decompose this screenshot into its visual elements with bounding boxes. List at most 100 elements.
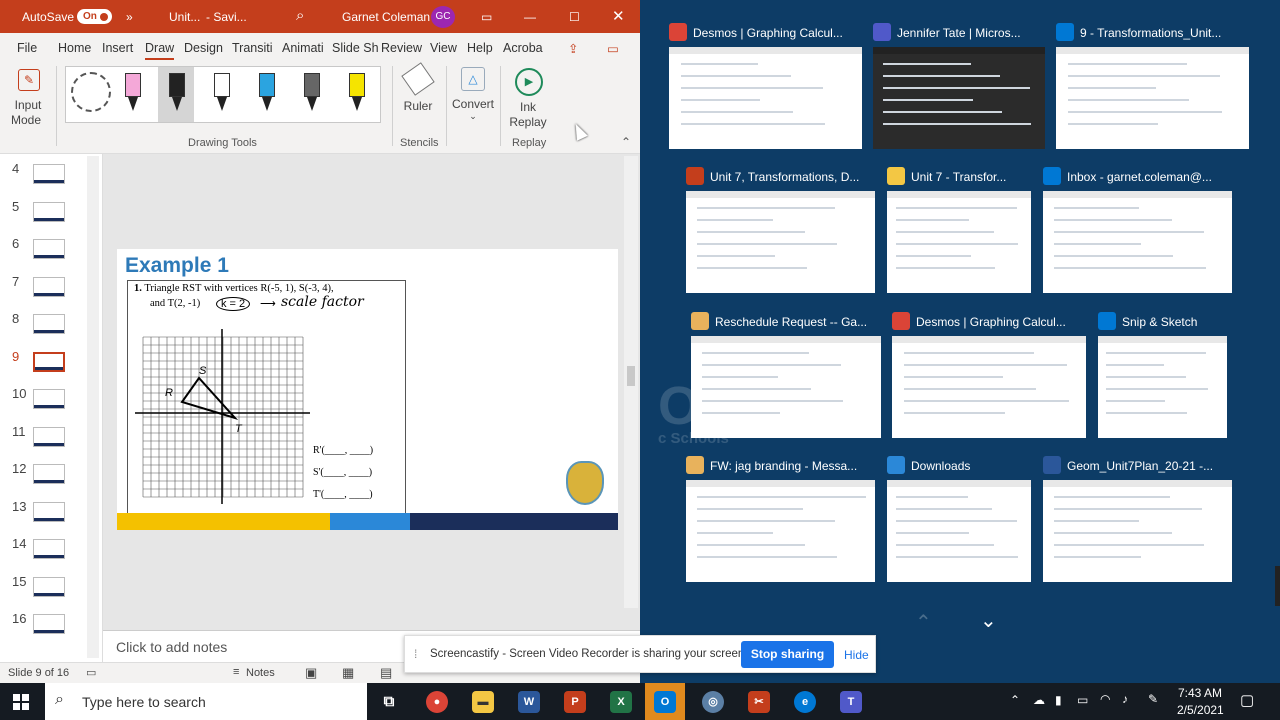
comments-icon[interactable]: ▭: [607, 41, 619, 56]
slide-thumbnail[interactable]: [33, 426, 65, 447]
slide-thumbnail[interactable]: [33, 389, 65, 409]
slide-thumbnail[interactable]: [33, 501, 65, 522]
doc-name[interactable]: Unit...: [169, 10, 200, 24]
slide-thumbnail[interactable]: [33, 276, 65, 297]
accessibility-icon[interactable]: ▭: [86, 666, 96, 679]
ruler-button[interactable]: Ruler: [400, 99, 436, 113]
slide-thumbnail[interactable]: [33, 539, 65, 559]
more-icon[interactable]: »: [126, 10, 133, 24]
clock-date[interactable]: 2/5/2021: [1177, 703, 1224, 717]
avatar[interactable]: GC: [431, 6, 455, 28]
pen-icon[interactable]: ✎: [1148, 692, 1158, 706]
tab-animations[interactable]: Animati: [282, 41, 324, 55]
user-name[interactable]: Garnet Coleman: [342, 10, 430, 24]
powerpoint-icon[interactable]: P: [564, 691, 586, 713]
tab-home[interactable]: Home: [58, 41, 91, 55]
task-window-title[interactable]: Unit 7, Transformations, D...: [710, 170, 859, 184]
task-window-thumbnail[interactable]: [887, 480, 1031, 582]
tab-transitions[interactable]: Transiti: [232, 41, 273, 55]
input-mode-icon[interactable]: ✎: [18, 69, 40, 91]
clock-time[interactable]: 7:43 AM: [1178, 686, 1222, 700]
microphone-icon[interactable]: ▮: [1055, 693, 1062, 707]
task-view-icon[interactable]: ⧉: [378, 691, 400, 713]
task-window-title[interactable]: Desmos | Graphing Calcul...: [916, 315, 1066, 329]
slide-canvas[interactable]: Example 1 1. Triangle RST with vertices …: [117, 249, 618, 530]
task-window-thumbnail[interactable]: [1043, 480, 1232, 582]
cloud-icon[interactable]: ☁: [1033, 693, 1045, 707]
task-window-title[interactable]: Desmos | Graphing Calcul...: [693, 26, 843, 40]
snip-sketch-icon[interactable]: ✂: [748, 691, 770, 713]
task-window-title[interactable]: Snip & Sketch: [1122, 315, 1197, 329]
normal-view-icon[interactable]: ▣: [305, 665, 317, 681]
tab-help[interactable]: Help: [467, 41, 493, 55]
thumb-scrollbar[interactable]: [87, 156, 99, 658]
task-window-title[interactable]: Inbox - garnet.coleman@...: [1067, 170, 1212, 184]
scroll-up-icon[interactable]: ⌃: [915, 610, 932, 635]
slide-sorter-icon[interactable]: ▦: [342, 665, 354, 681]
task-window-title[interactable]: 9 - Transformations_Unit...: [1080, 26, 1221, 40]
input-mode-label2[interactable]: Mode: [6, 113, 46, 127]
task-window-thumbnail[interactable]: [669, 47, 862, 149]
ribbon-display-icon[interactable]: ▭: [481, 10, 492, 24]
task-window-title[interactable]: Geom_Unit7Plan_20-21 -...: [1067, 459, 1213, 473]
ruler-icon[interactable]: [401, 62, 435, 96]
tab-file[interactable]: File: [17, 41, 37, 55]
maximize-icon[interactable]: ☐: [569, 10, 580, 24]
tab-acrobat[interactable]: Acroba: [503, 41, 543, 55]
ink-replay-label[interactable]: Ink: [510, 100, 546, 114]
task-window-title[interactable]: Downloads: [911, 459, 970, 473]
convert-button[interactable]: Convert: [450, 97, 496, 111]
task-window-thumbnail[interactable]: [1043, 191, 1232, 293]
reading-view-icon[interactable]: ▤: [380, 665, 392, 681]
pen-black[interactable]: [169, 73, 185, 113]
wifi-icon[interactable]: ◠: [1100, 692, 1110, 706]
app-icon[interactable]: ◎: [702, 691, 724, 713]
task-window-thumbnail[interactable]: [892, 336, 1086, 438]
slide-thumbnail[interactable]: [33, 239, 65, 259]
tab-insert[interactable]: Insert: [102, 41, 133, 55]
slide-thumbnail[interactable]: [33, 576, 65, 597]
ink-replay-icon[interactable]: ▶: [515, 68, 543, 96]
task-window-title[interactable]: FW: jag branding - Messa...: [710, 459, 857, 473]
chrome-icon[interactable]: ●: [426, 691, 448, 713]
slide-thumbnail[interactable]: [33, 464, 65, 484]
tray-chevron-icon[interactable]: ⌃: [1010, 693, 1020, 707]
tab-review[interactable]: Review: [381, 41, 422, 55]
lasso-select-icon[interactable]: [71, 72, 111, 112]
notifications-icon[interactable]: ▢: [1240, 691, 1254, 709]
task-window-thumbnail[interactable]: [873, 47, 1045, 149]
task-window-thumbnail[interactable]: [1098, 336, 1227, 438]
task-window-thumbnail[interactable]: [1056, 47, 1249, 149]
pen-pink[interactable]: [125, 73, 141, 113]
slide-thumbnail[interactable]: [33, 164, 65, 184]
taskbar-search[interactable]: ⌕ Type here to search: [45, 683, 367, 720]
tab-design[interactable]: Design: [184, 41, 223, 55]
convert-icon[interactable]: △: [461, 67, 485, 91]
ink-replay-label2[interactable]: Replay: [508, 115, 548, 129]
task-window-thumbnail[interactable]: [887, 191, 1031, 293]
pen-yellow[interactable]: [349, 73, 365, 113]
tab-draw[interactable]: Draw: [145, 41, 175, 60]
volume-icon[interactable]: ♪: [1122, 692, 1128, 706]
minimize-icon[interactable]: —: [524, 10, 536, 24]
task-window-thumbnail[interactable]: [691, 336, 881, 438]
task-window-thumbnail[interactable]: [686, 191, 875, 293]
edge-icon[interactable]: e: [794, 691, 816, 713]
pen-white[interactable]: [214, 73, 230, 113]
slide-thumbnail[interactable]: [33, 314, 65, 334]
search-icon[interactable]: ⌕: [296, 7, 304, 24]
pen-gray[interactable]: [304, 73, 320, 113]
notes-toggle-icon[interactable]: ≡: [233, 666, 239, 678]
task-window-thumbnail[interactable]: [686, 480, 875, 582]
outlook-icon[interactable]: O: [654, 691, 676, 713]
slide-thumbnail[interactable]: [33, 201, 65, 222]
notes-toggle[interactable]: Notes: [246, 667, 275, 679]
input-mode-label[interactable]: Input: [8, 98, 48, 112]
file-explorer-icon[interactable]: ▬: [472, 691, 494, 713]
task-window-title[interactable]: Jennifer Tate | Micros...: [897, 26, 1021, 40]
teams-icon[interactable]: T: [840, 691, 862, 713]
close-icon[interactable]: ✕: [612, 7, 625, 25]
notes-placeholder[interactable]: Click to add notes: [116, 639, 227, 655]
task-window-title[interactable]: Reschedule Request -- Ga...: [715, 315, 867, 329]
word-icon[interactable]: W: [518, 691, 540, 713]
